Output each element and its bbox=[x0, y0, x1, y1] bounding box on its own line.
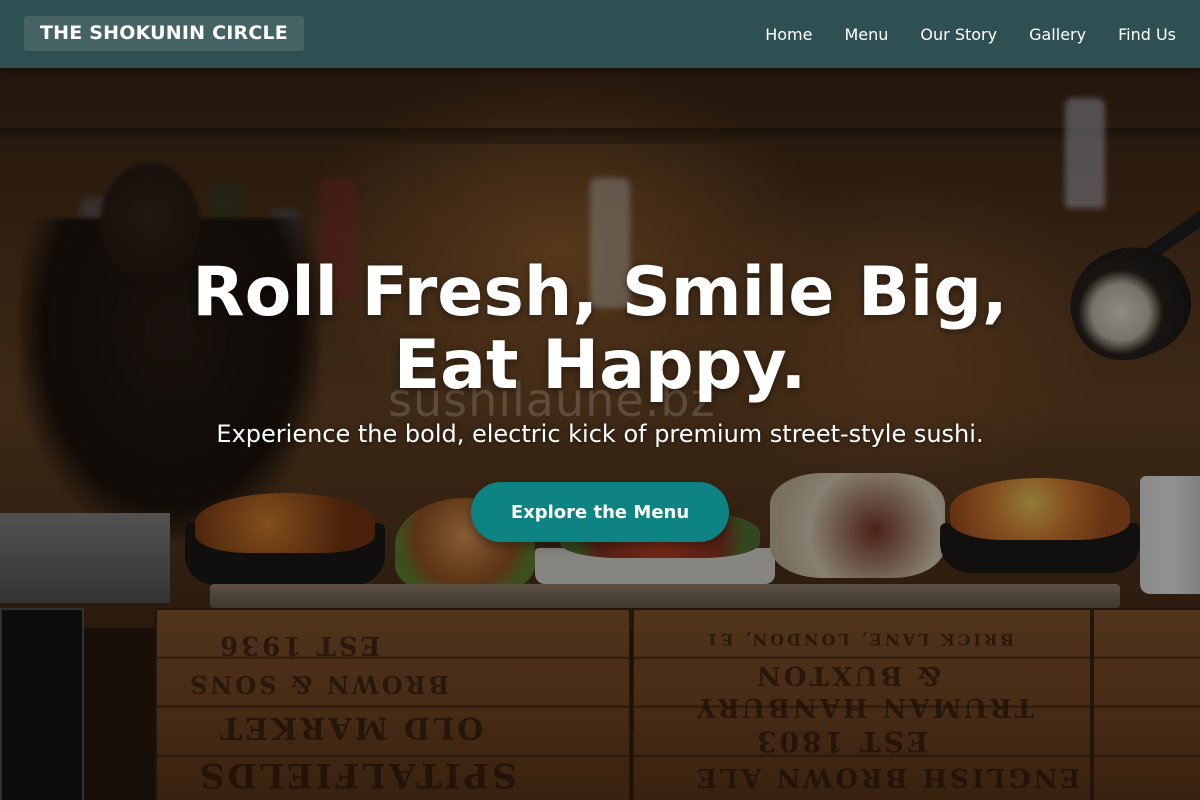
explore-menu-button[interactable]: Explore the Menu bbox=[471, 482, 729, 542]
hero-headline-line-2: Eat Happy. bbox=[393, 326, 807, 405]
hero-headline: Roll Fresh, Smile Big, Eat Happy. bbox=[0, 256, 1200, 402]
nav-link-find-us[interactable]: Find Us bbox=[1118, 25, 1176, 44]
site-header: THE SHOKUNIN CIRCLE Home Menu Our Story … bbox=[0, 0, 1200, 68]
nav-link-gallery[interactable]: Gallery bbox=[1029, 25, 1086, 44]
hero-subheadline: Experience the bold, electric kick of pr… bbox=[216, 420, 984, 448]
nav-link-our-story[interactable]: Our Story bbox=[920, 25, 997, 44]
site-logo[interactable]: THE SHOKUNIN CIRCLE bbox=[24, 16, 304, 51]
main-nav: Home Menu Our Story Gallery Find Us bbox=[765, 0, 1176, 68]
hero-headline-line-1: Roll Fresh, Smile Big, bbox=[192, 253, 1008, 332]
nav-link-menu[interactable]: Menu bbox=[844, 25, 888, 44]
nav-link-home[interactable]: Home bbox=[765, 25, 812, 44]
page: THE SHOKUNIN CIRCLE Home Menu Our Story … bbox=[0, 0, 1200, 800]
